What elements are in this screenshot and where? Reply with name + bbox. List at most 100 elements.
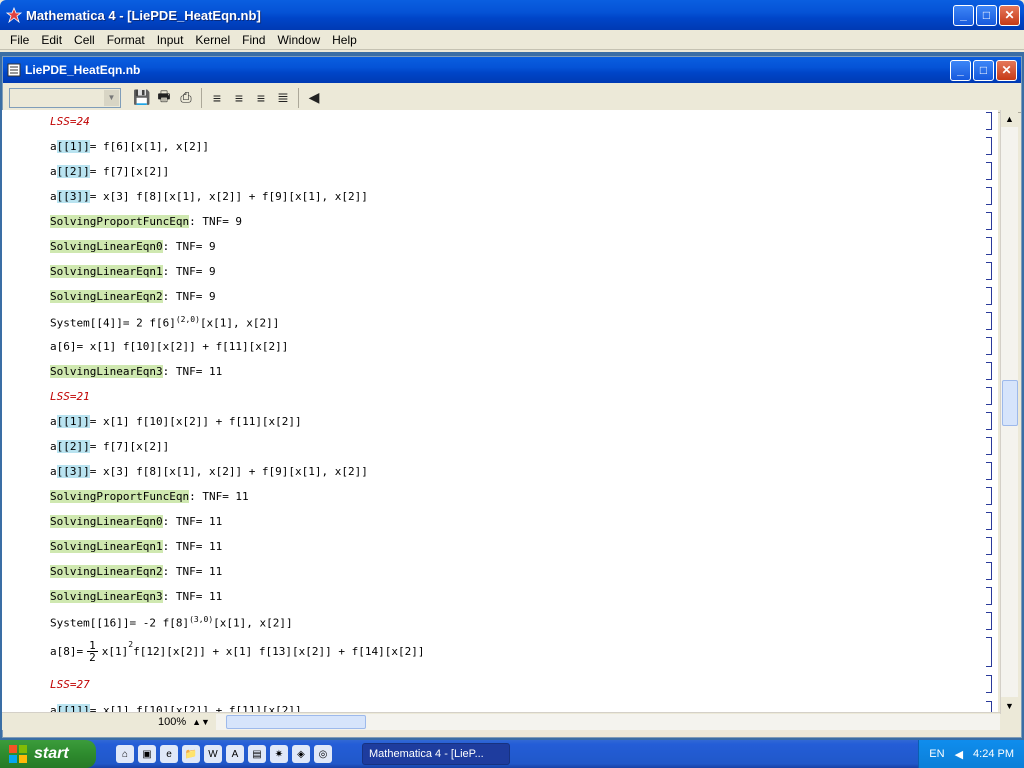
output-cell[interactable]: a[[3]]= x[3] f[8][x[1], x[2]] + f[9][x[1… xyxy=(50,465,368,478)
start-label: start xyxy=(34,745,69,762)
lss-cell[interactable]: LSS=21 xyxy=(50,390,90,403)
cell-bracket[interactable] xyxy=(986,137,992,155)
output-cell[interactable]: a[6]= x[1] f[10][x[2]] + f[11][x[2]] xyxy=(50,340,288,353)
zoom-arrow-icon[interactable]: ▲▼ xyxy=(192,717,210,727)
cell-bracket[interactable] xyxy=(986,212,992,230)
cell-bracket[interactable] xyxy=(986,462,992,480)
lss-cell[interactable]: LSS=27 xyxy=(50,678,90,691)
output-cell[interactable]: SolvingLinearEqn0: TNF= 11 xyxy=(50,515,222,528)
align-justify-icon[interactable]: ≣ xyxy=(272,87,294,109)
maximize-button[interactable]: □ xyxy=(976,4,997,26)
output-cell[interactable]: SolvingLinearEqn3: TNF= 11 xyxy=(50,365,222,378)
output-cell[interactable]: a[[2]]= f[7][x[2]] xyxy=(50,440,169,453)
output-cell[interactable]: SolvingProportFuncEqn: TNF= 11 xyxy=(50,490,249,503)
scroll-down-icon[interactable]: ▼ xyxy=(1001,697,1018,714)
hscroll-thumb[interactable] xyxy=(226,715,366,729)
doc-minimize-button[interactable]: _ xyxy=(950,59,971,81)
clock: 4:24 PM xyxy=(973,748,1014,760)
output-cell[interactable]: a[8]= 1 2 x[1] 2 f[12][x[2]] + x[1] f[13][x… xyxy=(50,640,424,663)
align-center-icon[interactable]: ≡ xyxy=(228,87,250,109)
output-cell[interactable]: SolvingLinearEqn2: TNF= 9 xyxy=(50,290,216,303)
output-cell[interactable]: System[[4]]= 2 f[6](2,0)[x[1], x[2]] xyxy=(50,315,279,330)
menu-cell[interactable]: Cell xyxy=(68,33,101,47)
quicklaunch-icon[interactable]: ◎ xyxy=(314,745,332,763)
windows-logo-icon xyxy=(9,745,27,763)
cell-bracket[interactable] xyxy=(986,587,992,605)
cell-bracket[interactable] xyxy=(986,237,992,255)
cell-bracket[interactable] xyxy=(986,612,992,630)
vertical-scrollbar[interactable]: ▲ ▼ xyxy=(1000,110,1018,714)
output-cell[interactable]: SolvingProportFuncEqn: TNF= 9 xyxy=(50,215,242,228)
output-cell[interactable]: SolvingLinearEqn1: TNF= 9 xyxy=(50,265,216,278)
cell-bracket[interactable] xyxy=(986,112,992,130)
cell-bracket[interactable] xyxy=(986,675,992,693)
align-right-icon[interactable]: ≡ xyxy=(250,87,272,109)
ie-icon[interactable]: e xyxy=(160,745,178,763)
output-cell[interactable]: SolvingLinearEqn1: TNF= 11 xyxy=(50,540,222,553)
cell-bracket[interactable] xyxy=(986,412,992,430)
quicklaunch-icon[interactable]: ◈ xyxy=(292,745,310,763)
cell-bracket[interactable] xyxy=(986,162,992,180)
cell-bracket[interactable] xyxy=(986,562,992,580)
word-icon[interactable]: W xyxy=(204,745,222,763)
chevron-down-icon: ▼ xyxy=(104,89,119,106)
scroll-thumb[interactable] xyxy=(1002,380,1018,426)
menu-input[interactable]: Input xyxy=(151,33,190,47)
quicklaunch-icon[interactable]: ⌂ xyxy=(116,745,134,763)
cell-bracket[interactable] xyxy=(986,312,992,330)
quicklaunch-icon[interactable]: ▤ xyxy=(248,745,266,763)
app-titlebar[interactable]: Mathematica 4 - [LiePDE_HeatEqn.nb] _ □ … xyxy=(0,0,1024,30)
acrobat-icon[interactable]: A xyxy=(226,745,244,763)
cell-bracket[interactable] xyxy=(986,637,992,667)
taskbar-task-mathematica[interactable]: Mathematica 4 - [LieP... xyxy=(362,743,510,765)
cell-bracket[interactable] xyxy=(986,537,992,555)
cell-bracket[interactable] xyxy=(986,187,992,205)
menu-format[interactable]: Format xyxy=(101,33,151,47)
lss-cell[interactable]: LSS=24 xyxy=(50,115,90,128)
save-icon[interactable]: 💾 xyxy=(131,87,153,109)
zoom-level[interactable]: 100% xyxy=(158,716,186,728)
print-icon[interactable]: 🖶 xyxy=(153,87,175,109)
menu-window[interactable]: Window xyxy=(271,33,326,47)
doc-maximize-button[interactable]: □ xyxy=(973,59,994,81)
output-cell[interactable]: a[[1]]= f[6][x[1], x[2]] xyxy=(50,140,209,153)
menu-edit[interactable]: Edit xyxy=(35,33,68,47)
scroll-up-icon[interactable]: ▲ xyxy=(1001,110,1018,127)
close-button[interactable]: ✕ xyxy=(999,4,1020,26)
cell-bracket[interactable] xyxy=(986,262,992,280)
cell-bracket[interactable] xyxy=(986,287,992,305)
folder-icon[interactable]: 📁 xyxy=(182,745,200,763)
output-cell[interactable]: SolvingLinearEqn3: TNF= 11 xyxy=(50,590,222,603)
collapse-toolbar-icon[interactable]: ◀ xyxy=(303,87,325,109)
cell-bracket[interactable] xyxy=(986,437,992,455)
menu-help[interactable]: Help xyxy=(326,33,363,47)
toolbar-divider xyxy=(201,87,202,108)
menu-kernel[interactable]: Kernel xyxy=(189,33,236,47)
output-cell[interactable]: a[[2]]= f[7][x[2]] xyxy=(50,165,169,178)
cell-bracket[interactable] xyxy=(986,512,992,530)
cell-bracket[interactable] xyxy=(986,362,992,380)
quicklaunch-icon[interactable]: ▣ xyxy=(138,745,156,763)
start-button[interactable]: start xyxy=(0,740,96,768)
cell-style-dropdown[interactable]: ▼ xyxy=(9,87,121,108)
output-cell[interactable]: SolvingLinearEqn0: TNF= 9 xyxy=(50,240,216,253)
cell-bracket[interactable] xyxy=(986,487,992,505)
menu-find[interactable]: Find xyxy=(236,33,271,47)
output-cell[interactable]: System[[16]]= -2 f[8](3,0)[x[1], x[2]] xyxy=(50,615,293,630)
cell-bracket[interactable] xyxy=(986,387,992,405)
tray-expand-icon[interactable]: ◀ xyxy=(955,748,963,761)
notebook-content[interactable]: LSS=24 a[[1]]= f[6][x[1], x[2]] a[[2]]= f[… xyxy=(2,110,998,714)
cell-bracket[interactable] xyxy=(986,337,992,355)
language-indicator[interactable]: EN xyxy=(929,748,944,760)
notebook-titlebar[interactable]: LiePDE_HeatEqn.nb _ □ ✕ xyxy=(3,57,1021,83)
minimize-button[interactable]: _ xyxy=(953,4,974,26)
print-setup-icon[interactable]: ⎙ xyxy=(175,87,197,109)
horizontal-scrollbar[interactable] xyxy=(216,714,1000,730)
doc-close-button[interactable]: ✕ xyxy=(996,59,1017,81)
output-cell[interactable]: a[[3]]= x[3] f[8][x[1], x[2]] + f[9][x[1… xyxy=(50,190,368,203)
mathematica-icon[interactable]: ✷ xyxy=(270,745,288,763)
menu-file[interactable]: File xyxy=(4,33,35,47)
output-cell[interactable]: SolvingLinearEqn2: TNF= 11 xyxy=(50,565,222,578)
align-left-icon[interactable]: ≡ xyxy=(206,87,228,109)
output-cell[interactable]: a[[1]]= x[1] f[10][x[2]] + f[11][x[2]] xyxy=(50,415,302,428)
